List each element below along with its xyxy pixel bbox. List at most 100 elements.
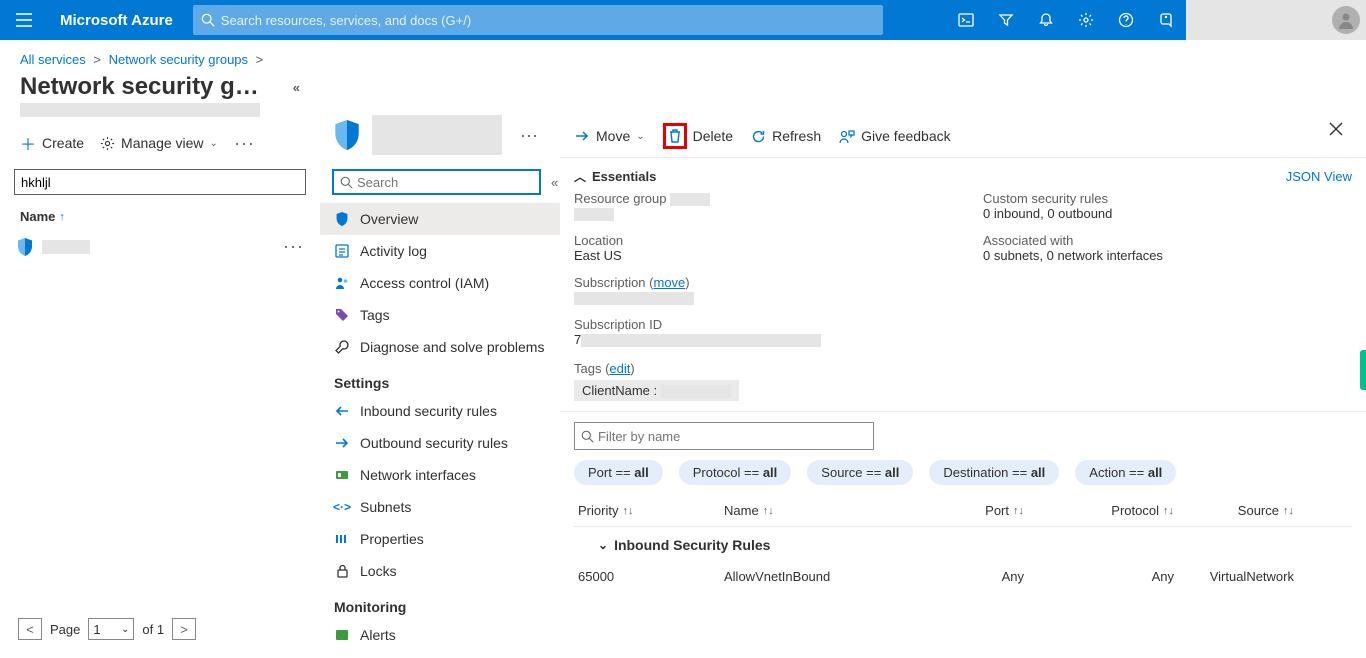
pager: < Page 1⌄ of 1 > (0, 608, 320, 658)
rules-group-inbound[interactable]: ⌄Inbound Security Rules (574, 527, 1352, 561)
directory-filter-icon[interactable] (986, 0, 1026, 40)
filter-pill-source[interactable]: Source == all (807, 460, 913, 485)
search-icon (201, 13, 215, 27)
nsg-list-item[interactable]: ··· (0, 230, 320, 263)
log-icon (334, 244, 350, 258)
item-more-icon[interactable]: ··· (283, 236, 304, 257)
help-icon[interactable] (1106, 0, 1146, 40)
nav-search[interactable] (332, 169, 541, 195)
nav-inbound-rules[interactable]: Inbound security rules (320, 395, 560, 427)
notifications-icon[interactable] (1026, 0, 1066, 40)
gear-icon (100, 136, 115, 151)
filter-pill-destination[interactable]: Destination == all (929, 460, 1059, 485)
plus-icon: ＋ (20, 131, 36, 155)
item-name-mask (42, 240, 90, 254)
inbound-icon (334, 404, 350, 418)
move-button[interactable]: Move⌄ (574, 128, 645, 144)
tags-label: Tags (edit) (574, 361, 635, 376)
delete-button[interactable]: Delete (663, 123, 733, 149)
nav-network-interfaces[interactable]: Network interfaces (320, 459, 560, 491)
subid-value: 7 (574, 332, 943, 347)
tag-chip[interactable]: ClientName : (574, 380, 739, 401)
nav-overview[interactable]: Overview (320, 203, 560, 235)
nav-locks[interactable]: Locks (320, 555, 560, 587)
properties-icon (334, 532, 350, 546)
feedback-icon[interactable] (1146, 0, 1186, 40)
col-protocol[interactable]: Protocol ↑↓ (1024, 503, 1174, 518)
global-search-input[interactable] (221, 13, 875, 28)
nav-search-input[interactable] (357, 175, 533, 190)
prev-page-button[interactable]: < (18, 618, 42, 640)
nav-tags[interactable]: Tags (320, 299, 560, 331)
delete-highlight (663, 123, 687, 149)
refresh-icon (751, 129, 766, 144)
detail-pane: Move⌄ Delete Refresh Give feedback ︿Esse… (560, 73, 1366, 658)
rules-filter[interactable] (574, 422, 874, 450)
tag-icon (334, 308, 350, 322)
feedback-button[interactable]: Give feedback (839, 128, 951, 144)
nav-activity-log[interactable]: Activity log (320, 235, 560, 267)
refresh-button[interactable]: Refresh (751, 128, 821, 144)
account-area[interactable] (1186, 0, 1366, 40)
filter-pill-port[interactable]: Port == all (574, 460, 663, 485)
chevron-down-icon: ⌄ (636, 131, 644, 142)
col-port[interactable]: Port ↑↓ (884, 503, 1024, 518)
collapse-left-icon[interactable]: « (293, 80, 300, 95)
nav-diagnose[interactable]: Diagnose and solve problems (320, 331, 560, 363)
breadcrumb-nsg[interactable]: Network security groups (109, 52, 248, 67)
lock-icon (334, 564, 350, 578)
outbound-icon (334, 436, 350, 450)
feedback-tab[interactable] (1360, 350, 1366, 390)
nic-icon (334, 468, 350, 482)
brand-label[interactable]: Microsoft Azure (48, 12, 185, 29)
wrench-icon (334, 340, 350, 354)
filter-pill-protocol[interactable]: Protocol == all (679, 460, 792, 485)
create-button[interactable]: ＋Create (20, 131, 84, 155)
filter-input[interactable] (14, 169, 306, 195)
hamburger-menu[interactable] (0, 13, 48, 27)
close-icon[interactable] (1328, 121, 1344, 137)
chevron-down-icon: ⌄ (210, 138, 218, 149)
assoc-value: 0 subnets, 0 network interfaces (983, 248, 1352, 263)
col-name[interactable]: Name ↑↓ (724, 503, 884, 518)
more-button[interactable]: ··· (234, 133, 255, 154)
cloud-shell-icon[interactable] (946, 0, 986, 40)
alert-icon (334, 628, 350, 642)
list-header-name[interactable]: Name↑ (0, 203, 320, 230)
location-label: Location (574, 233, 943, 248)
rules-filter-input[interactable] (598, 429, 867, 444)
resource-more-icon[interactable]: ··· (520, 125, 538, 146)
page-title: Network security g… (20, 73, 259, 101)
left-pane: Network security g… « ＋Create Manage vie… (0, 73, 320, 658)
nav-subnets[interactable]: <·>Subnets (320, 491, 560, 523)
rule-row[interactable]: 65000 AllowVnetInBound Any Any VirtualNe… (574, 561, 1352, 592)
avatar-icon (1332, 6, 1360, 34)
person-feedback-icon (839, 129, 855, 144)
rules-table-header: Priority ↑↓ Name ↑↓ Port ↑↓ Protocol ↑↓ … (574, 495, 1352, 527)
nav-group-settings: Settings (320, 363, 560, 395)
breadcrumb-all-services[interactable]: All services (20, 52, 86, 67)
nav-properties[interactable]: Properties (320, 523, 560, 555)
settings-icon[interactable] (1066, 0, 1106, 40)
command-bar: Move⌄ Delete Refresh Give feedback (560, 115, 1366, 158)
rg-label: Resource group (574, 191, 943, 206)
col-source[interactable]: Source ↑↓ (1174, 503, 1294, 518)
subnet-icon: <·> (334, 500, 350, 514)
nav-outbound-rules[interactable]: Outbound security rules (320, 427, 560, 459)
nav-iam[interactable]: Access control (IAM) (320, 267, 560, 299)
search-icon (340, 176, 353, 189)
col-priority[interactable]: Priority ↑↓ (574, 503, 724, 518)
tags-edit-link[interactable]: edit (609, 361, 630, 376)
people-icon (334, 276, 350, 290)
collapse-nav-icon[interactable]: « (551, 175, 558, 190)
manage-view-button[interactable]: Manage view ⌄ (100, 135, 218, 151)
filter-pill-action[interactable]: Action == all (1075, 460, 1176, 485)
essentials-toggle[interactable]: ︿Essentials (574, 168, 656, 185)
json-view-link[interactable]: JSON View (1286, 169, 1352, 184)
global-search[interactable] (193, 5, 883, 35)
nav-alerts[interactable]: Alerts (320, 619, 560, 651)
next-page-button[interactable]: > (172, 618, 196, 640)
page-select[interactable]: 1⌄ (88, 618, 134, 640)
trash-icon (668, 128, 682, 144)
subscription-move-link[interactable]: move (654, 275, 686, 290)
